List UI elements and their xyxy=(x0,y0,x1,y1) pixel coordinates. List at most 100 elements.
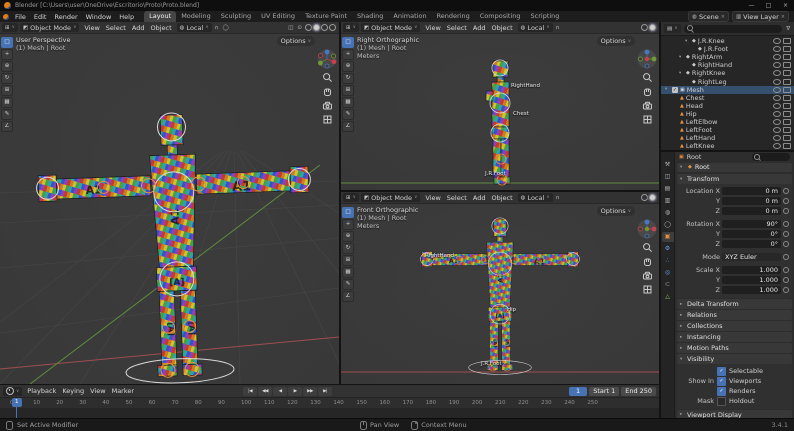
editor-type-dropdown[interactable]: ∨ xyxy=(3,386,23,396)
viewport-menu[interactable]: Add xyxy=(470,194,489,202)
tool-button[interactable]: ⊕ xyxy=(342,231,354,242)
snap-magnet-icon[interactable]: ∩ xyxy=(214,25,220,31)
view-layer-selector[interactable]: ▥ View Layer × xyxy=(731,11,789,22)
next-keyframe-button[interactable]: ▶▶ xyxy=(303,386,318,396)
mode-dropdown[interactable]: ◩ Object Mode ∨ xyxy=(19,23,80,32)
outliner-row[interactable]: ✓ ▲ LeftKnee xyxy=(661,142,794,150)
hide-viewport-icon[interactable] xyxy=(773,110,781,117)
disable-render-icon[interactable] xyxy=(783,118,791,125)
outliner-search-input[interactable] xyxy=(683,24,783,33)
properties-tab[interactable]: ⚙ xyxy=(662,244,674,254)
property-value-field[interactable]: 0° xyxy=(722,240,781,249)
disable-render-icon[interactable] xyxy=(783,54,791,61)
viewport-menu[interactable]: View xyxy=(422,194,443,202)
blender-menu-icon[interactable] xyxy=(3,13,9,20)
maximize-button[interactable]: □ xyxy=(760,0,777,11)
transform-orientation-dropdown[interactable]: ◍ Local ∨ xyxy=(517,193,553,202)
tool-button[interactable]: ⊞ xyxy=(1,85,13,96)
zoom-view-icon[interactable] xyxy=(642,72,653,83)
disable-render-icon[interactable] xyxy=(783,86,791,93)
viewport-menu[interactable]: Object xyxy=(488,194,515,202)
hide-viewport-icon[interactable] xyxy=(773,62,781,69)
properties-tab[interactable]: ▤ xyxy=(662,184,674,194)
property-value-field[interactable]: 1.000 xyxy=(722,286,781,295)
shading-material-icon[interactable] xyxy=(321,24,328,31)
tool-button[interactable]: ▦ xyxy=(342,267,354,278)
hide-viewport-icon[interactable] xyxy=(773,70,781,77)
viewport-options-dropdown[interactable]: Options ∨ xyxy=(596,36,635,46)
tool-button[interactable]: ∠ xyxy=(342,121,354,132)
disable-render-icon[interactable] xyxy=(783,38,791,45)
expand-arrow-icon[interactable]: ▾ xyxy=(665,87,670,92)
tool-button[interactable]: ▦ xyxy=(1,97,13,108)
workspace-tab[interactable]: Animation xyxy=(388,11,431,22)
properties-tab[interactable]: ◯ xyxy=(662,220,674,230)
menubar-menu[interactable]: Help xyxy=(115,13,138,21)
properties-panel-header[interactable]: ▸ Instancing xyxy=(677,332,792,343)
holdout-checkbox[interactable] xyxy=(717,396,726,406)
outliner-row[interactable]: ✓ ▲ Hip xyxy=(661,110,794,118)
xray-toggle-icon[interactable]: ⊙ xyxy=(296,25,303,31)
hide-viewport-icon[interactable] xyxy=(773,127,781,134)
properties-tab[interactable]: ▥ xyxy=(662,196,674,206)
hide-viewport-icon[interactable] xyxy=(773,118,781,125)
viewport-menu[interactable]: Object xyxy=(488,24,515,32)
editor-type-dropdown[interactable]: ⊞ ∨ xyxy=(343,23,359,32)
properties-panel-header[interactable]: ▸ Delta Transform xyxy=(677,299,792,310)
workspace-tab[interactable]: Rendering xyxy=(432,11,475,22)
proportional-edit-icon[interactable]: ◯ xyxy=(222,25,230,31)
viewport-menu[interactable]: View xyxy=(81,24,102,32)
tool-button[interactable]: ✎ xyxy=(342,109,354,120)
viewport-menu[interactable]: Add xyxy=(470,24,489,32)
unlink-icon[interactable]: × xyxy=(781,14,785,20)
tool-button[interactable]: + xyxy=(1,49,13,60)
outliner-row[interactable]: ▾ ✓ ◆ J.R.Knee xyxy=(661,37,794,45)
frame-start-field[interactable]: Start 1 xyxy=(589,386,620,396)
tool-button[interactable]: ⊕ xyxy=(342,61,354,72)
jump-to-start-button[interactable]: |◀ xyxy=(243,386,258,396)
camera-view-icon[interactable] xyxy=(322,100,333,111)
viewport-menu[interactable]: View xyxy=(422,24,443,32)
disable-render-icon[interactable] xyxy=(783,135,791,142)
menubar-menu[interactable]: Render xyxy=(50,13,81,21)
editor-type-dropdown[interactable]: ▤ ∨ xyxy=(664,24,681,33)
properties-tab[interactable]: ◍ xyxy=(662,208,674,218)
tool-button[interactable]: ⊕ xyxy=(1,61,13,72)
property-value-field[interactable]: 1.000 xyxy=(722,276,781,285)
shading-wireframe-icon[interactable] xyxy=(641,194,648,201)
viewport-canvas-right-ortho[interactable]: RightHand Chest J.R.Foot □ + ⊕ ↻ ⊞ ▦ ✎ ∠ Right Or… xyxy=(341,33,659,190)
mode-dropdown[interactable]: ◩ Object Mode ∨ xyxy=(360,193,421,202)
navigation-gizmo[interactable] xyxy=(637,49,657,69)
camera-view-icon[interactable] xyxy=(642,270,653,281)
viewport-canvas-front-ortho[interactable]: RightHand Hip J.R.Foot □ + ⊕ ↻ ⊞ ▦ ✎ ∠ Front Orth… xyxy=(341,203,659,384)
menubar-menu[interactable]: Window xyxy=(82,13,116,21)
scene-selector[interactable]: ◍ Scene × xyxy=(688,11,729,22)
expand-arrow-icon[interactable]: ▾ xyxy=(679,71,684,76)
expand-arrow-icon[interactable]: ▾ xyxy=(679,55,684,60)
tool-button[interactable]: ↻ xyxy=(342,73,354,84)
menubar-menu[interactable]: File xyxy=(11,13,30,21)
overlays-toggle-icon[interactable]: ◫ xyxy=(287,25,294,31)
current-frame-field[interactable]: 1 xyxy=(569,386,588,396)
property-value-field[interactable]: 0 m xyxy=(722,187,781,196)
hide-viewport-icon[interactable] xyxy=(773,54,781,61)
editor-type-dropdown[interactable]: ⊞ ∨ xyxy=(2,23,18,32)
tool-button[interactable]: ↻ xyxy=(1,73,13,84)
tool-button[interactable]: ∠ xyxy=(1,121,13,132)
animate-property-icon[interactable] xyxy=(783,241,789,248)
hide-viewport-icon[interactable] xyxy=(773,78,781,85)
minimize-button[interactable]: — xyxy=(743,0,760,11)
workspace-tab[interactable]: Modeling xyxy=(176,11,216,22)
menubar-menu[interactable]: Edit xyxy=(30,13,51,21)
shading-solid-icon[interactable] xyxy=(649,194,656,201)
animate-property-icon[interactable] xyxy=(783,208,789,215)
workspace-tab[interactable]: Layout xyxy=(144,11,177,22)
shading-solid-icon[interactable] xyxy=(313,24,320,31)
close-button[interactable]: × xyxy=(777,0,794,11)
viewport-menu[interactable]: Add xyxy=(129,24,148,32)
shading-solid-icon[interactable] xyxy=(649,24,656,31)
hide-viewport-icon[interactable] xyxy=(773,135,781,142)
animate-property-icon[interactable] xyxy=(783,277,789,284)
outliner-row[interactable]: ✓ ◆ RightHand xyxy=(661,61,794,69)
play-reverse-button[interactable]: ◀ xyxy=(273,386,288,396)
